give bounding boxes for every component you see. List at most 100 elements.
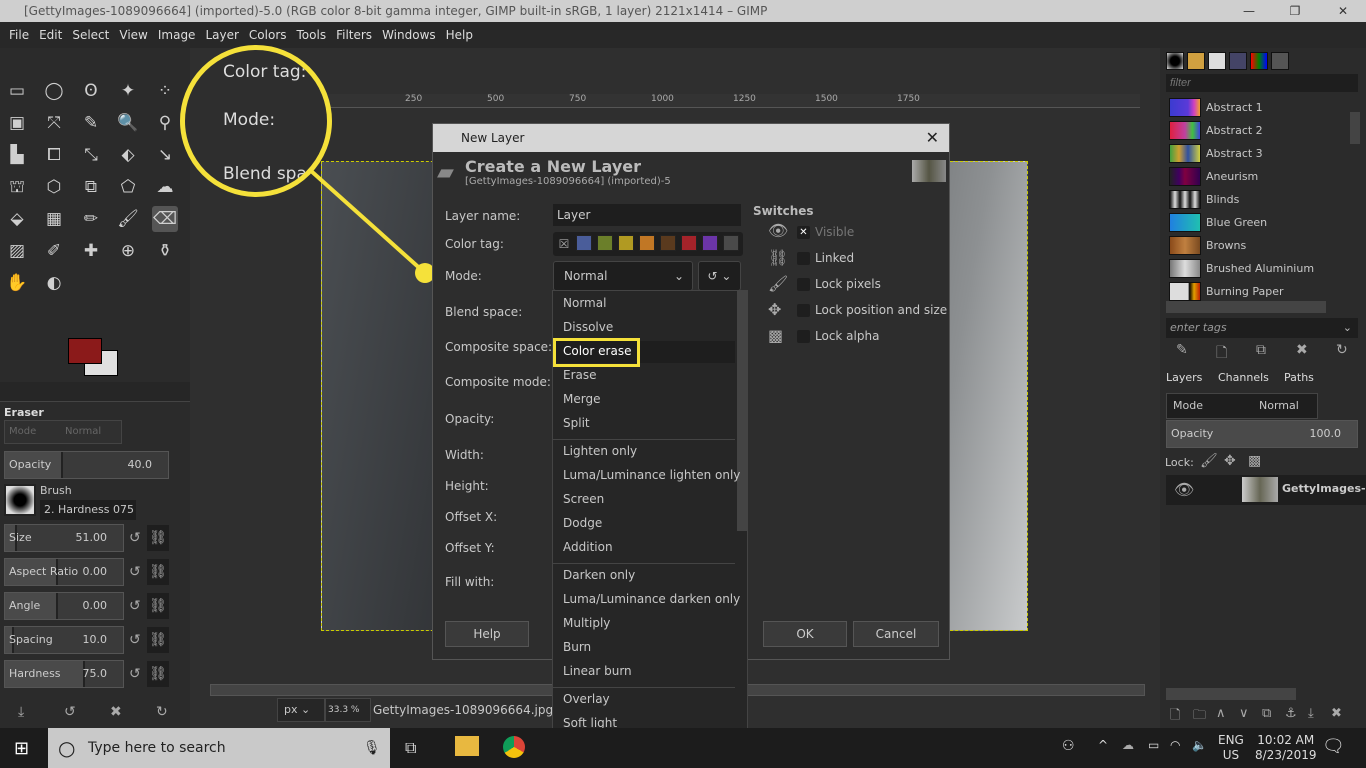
gradient-filter-input[interactable]: [1166, 74, 1358, 92]
delete-gradient-icon[interactable]: ✖: [1296, 342, 1308, 358]
gradient-name[interactable]: Abstract 2: [1206, 124, 1263, 137]
gradient-hscrollbar[interactable]: [1166, 301, 1326, 313]
tool-slider-hardness[interactable]: Hardness 75.0: [4, 660, 124, 688]
save-options-icon[interactable]: ⤓: [18, 704, 24, 720]
switch-checkbox[interactable]: ✕: [797, 226, 810, 239]
color-tag-swatch[interactable]: [597, 235, 613, 251]
file-explorer-icon[interactable]: [455, 736, 479, 756]
paths-tool-icon[interactable]: ⤧: [41, 110, 67, 136]
unit-select[interactable]: px ⌄: [277, 698, 325, 722]
mode-option[interactable]: Overlay: [563, 692, 610, 706]
color-tag-swatch[interactable]: [702, 235, 718, 251]
tool-slider-size[interactable]: Size 51.00: [4, 524, 124, 552]
lock-pixels-icon[interactable]: 🖌: [1200, 453, 1218, 469]
reset-icon[interactable]: ↺: [129, 530, 141, 546]
clone-tool-icon[interactable]: ⊕: [115, 238, 141, 264]
reset-icon[interactable]: ↺: [129, 632, 141, 648]
gradient-tool-icon[interactable]: ▦: [41, 206, 67, 232]
duplicate-gradient-icon[interactable]: ⧉: [1256, 342, 1266, 358]
bucket-fill-tool-icon[interactable]: ⬙: [4, 206, 30, 232]
chain-link-icon[interactable]: ⛓: [147, 593, 169, 619]
color-tag-swatch[interactable]: [639, 235, 655, 251]
mode-option[interactable]: Erase: [563, 368, 597, 382]
menu-view[interactable]: View: [114, 28, 152, 42]
dialog-close-button[interactable]: ✕: [926, 124, 939, 152]
minimize-button[interactable]: —: [1226, 0, 1272, 22]
windows-start-icon[interactable]: ⊞: [14, 738, 29, 759]
menu-help[interactable]: Help: [441, 28, 478, 42]
color-tag-swatch[interactable]: [576, 235, 592, 251]
mode-option[interactable]: Luma/Luminance darken only: [563, 592, 740, 606]
lower-layer-icon[interactable]: ∨: [1239, 706, 1249, 721]
refresh-gradients-icon[interactable]: ↻: [1336, 342, 1348, 358]
gradient-name[interactable]: Blinds: [1206, 193, 1239, 206]
menu-windows[interactable]: Windows: [377, 28, 441, 42]
reset-icon[interactable]: ↺: [129, 598, 141, 614]
fuzzy-select-tool-icon[interactable]: ✦: [115, 78, 141, 104]
gradient-swatch[interactable]: [1169, 98, 1201, 117]
rotate-tool-icon[interactable]: ⬖: [115, 142, 141, 168]
tab-fonts-icon[interactable]: [1208, 52, 1226, 70]
clock[interactable]: 10:02 AM 8/23/2019: [1255, 733, 1317, 763]
mode-option[interactable]: Multiply: [563, 616, 610, 630]
smudge-tool-icon[interactable]: ⚱: [152, 238, 178, 264]
menu-filters[interactable]: Filters: [331, 28, 377, 42]
color-tag-swatch[interactable]: [618, 235, 634, 251]
ink-tool-icon[interactable]: ▨: [4, 238, 30, 264]
gradient-vscrollbar[interactable]: [1350, 112, 1360, 144]
menu-edit[interactable]: Edit: [34, 28, 67, 42]
gradient-name[interactable]: Blue Green: [1206, 216, 1267, 229]
layer-name-input[interactable]: [553, 204, 741, 226]
heal-tool-icon[interactable]: ✚: [78, 238, 104, 264]
mode-option[interactable]: Merge: [563, 392, 600, 406]
chain-link-icon[interactable]: ⛓: [147, 525, 169, 551]
crop-tool-icon[interactable]: ⧠: [41, 142, 67, 168]
close-window-button[interactable]: ✕: [1320, 0, 1366, 22]
chain-link-icon[interactable]: ⛓: [147, 627, 169, 653]
mode-option[interactable]: Normal: [563, 296, 606, 310]
menu-image[interactable]: Image: [153, 28, 201, 42]
burn-tool-icon[interactable]: ◐: [41, 270, 67, 296]
delete-layer-icon[interactable]: ✖: [1331, 706, 1342, 721]
gradient-name[interactable]: Aneurism: [1206, 170, 1258, 183]
lock-alpha-icon[interactable]: ▩: [1248, 453, 1261, 469]
tool-opacity-slider[interactable]: Opacity 40.0: [4, 451, 169, 479]
menu-select[interactable]: Select: [67, 28, 114, 42]
tab-gradients-icon[interactable]: [1250, 52, 1268, 70]
tool-slider-spacing[interactable]: Spacing 10.0: [4, 626, 124, 654]
foreground-color-swatch[interactable]: [68, 338, 102, 364]
no-color-tag[interactable]: ☒: [556, 236, 572, 252]
color-tag-swatch[interactable]: [660, 235, 676, 251]
mode-option[interactable]: Split: [563, 416, 590, 430]
tab-layers[interactable]: Layers: [1166, 371, 1202, 384]
mode-option[interactable]: Lighten only: [563, 444, 637, 458]
tool-slider-aspect-ratio[interactable]: Aspect Ratio 0.00: [4, 558, 124, 586]
switch-checkbox[interactable]: [797, 304, 810, 317]
menu-colors[interactable]: Colors: [244, 28, 292, 42]
gradient-swatch[interactable]: [1169, 190, 1201, 209]
switch-checkbox[interactable]: [797, 330, 810, 343]
chrome-icon[interactable]: [503, 736, 525, 758]
gradient-swatch[interactable]: [1169, 167, 1201, 186]
delete-icon[interactable]: ✖: [110, 704, 122, 720]
tool-mode-select[interactable]: Mode Normal: [4, 420, 122, 444]
layers-hscrollbar[interactable]: [1166, 688, 1296, 700]
mypaint-tool-icon[interactable]: ✐: [41, 238, 67, 264]
gradient-name[interactable]: Abstract 3: [1206, 147, 1263, 160]
mode-option[interactable]: Linear burn: [563, 664, 632, 678]
brush-preview[interactable]: [4, 484, 36, 516]
edit-gradient-icon[interactable]: ✎: [1176, 342, 1188, 358]
dropdown-scrollbar[interactable]: [737, 291, 747, 531]
cage-tool-icon[interactable]: ⬠: [115, 174, 141, 200]
mode-option[interactable]: Darken only: [563, 568, 635, 582]
anchor-icon[interactable]: ⚓: [1285, 706, 1297, 721]
menu-tools[interactable]: Tools: [292, 28, 332, 42]
chevron-up-icon[interactable]: ^: [1098, 738, 1108, 752]
ellipse-select-tool-icon[interactable]: ◯: [41, 78, 67, 104]
menu-file[interactable]: File: [4, 28, 34, 42]
mode-option[interactable]: Dodge: [563, 516, 602, 530]
warp-tool-icon[interactable]: ⛫: [4, 174, 30, 200]
brush-name[interactable]: 2. Hardness 075: [40, 500, 136, 520]
3d-transform-tool-icon[interactable]: ⬡: [41, 174, 67, 200]
pencil-tool-icon[interactable]: ✏: [78, 206, 104, 232]
